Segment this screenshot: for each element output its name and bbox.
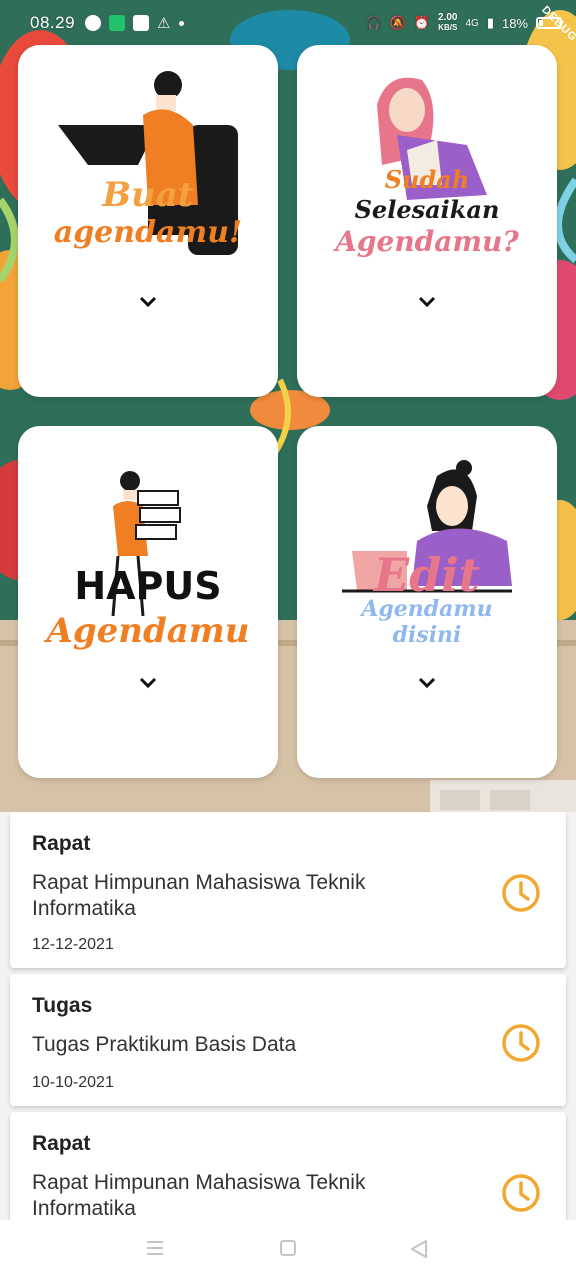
card-complete-label-1: Sudah xyxy=(384,165,470,194)
card-complete-agenda[interactable]: Sudah Selesaikan Agendamu? xyxy=(297,45,557,397)
signal-bars-icon: ▮ xyxy=(486,15,494,30)
chevron-down-icon[interactable] xyxy=(138,295,158,309)
system-navigation-bar xyxy=(0,1220,576,1280)
list-item[interactable]: Tugas Tugas Praktikum Basis Data 10-10-2… xyxy=(10,974,566,1106)
clock-icon[interactable] xyxy=(500,1172,542,1214)
agenda-date: 10-10-2021 xyxy=(32,1074,114,1091)
agenda-date: 12-12-2021 xyxy=(32,936,114,953)
card-delete-label-1: HAPUS xyxy=(74,564,222,608)
agenda-title: Tugas xyxy=(32,994,93,1017)
card-edit-label-3: disini xyxy=(392,622,462,648)
status-time: 08.29 xyxy=(30,13,76,32)
chevron-down-icon[interactable] xyxy=(138,676,158,690)
more-notifications-dot-icon xyxy=(178,20,184,26)
home-icon[interactable] xyxy=(280,1240,296,1256)
agenda-description: Rapat Himpunan Mahasiswa Teknik Informat… xyxy=(32,1171,366,1220)
headphones-icon: 🎧 xyxy=(365,15,382,30)
card-complete-label-2: Selesaikan xyxy=(354,195,500,224)
signal-label: 4G xyxy=(465,17,479,29)
card-edit-agenda[interactable]: Edit Agendamu disini xyxy=(297,426,557,778)
menu-icon[interactable] xyxy=(146,1240,164,1256)
network-speed-unit: KB/S xyxy=(438,23,458,32)
chevron-down-icon[interactable] xyxy=(417,295,437,309)
facebook-icon xyxy=(133,15,150,31)
card-create-label-2: agendamu! xyxy=(53,215,243,250)
status-notification-icons: ⚠ xyxy=(85,14,184,32)
chevron-down-icon[interactable] xyxy=(417,676,437,690)
status-system-icons: 🎧 🔕 ⏰ 2.00 KB/S 4G ▮ 18% xyxy=(365,13,562,33)
mute-icon: 🔕 xyxy=(389,15,406,30)
network-speed: 2.00 KB/S xyxy=(438,13,457,33)
card-edit-label-1: Edit xyxy=(374,548,480,602)
agenda-title: Rapat xyxy=(32,832,91,855)
agenda-description: Rapat Himpunan Mahasiswa Teknik Informat… xyxy=(32,871,366,920)
app-notification-icon xyxy=(109,15,126,31)
clock-icon[interactable] xyxy=(500,872,542,914)
card-create-label-1: Buat xyxy=(102,175,194,215)
agenda-description: Tugas Praktikum Basis Data xyxy=(32,1033,297,1056)
card-create-agenda[interactable]: Buat agendamu! xyxy=(18,45,278,397)
agenda-title: Rapat xyxy=(32,1132,91,1155)
network-speed-value: 2.00 xyxy=(438,12,458,23)
card-complete-label-3: Agendamu? xyxy=(335,225,519,258)
back-icon[interactable] xyxy=(410,1240,428,1258)
status-bar: 08.29 ⚠ 🎧 🔕 ⏰ 2.00 KB/S 4G ▮ 18% xyxy=(0,0,576,46)
alarm-icon: ⏰ xyxy=(413,15,430,30)
card-delete-label-2: Agendamu xyxy=(46,611,250,651)
list-item[interactable]: Rapat Rapat Himpunan Mahasiswa Teknik In… xyxy=(10,812,566,968)
warning-icon: ⚠ xyxy=(157,15,171,32)
card-delete-agenda[interactable]: HAPUS Agendamu xyxy=(18,426,278,778)
card-edit-label-2: Agendamu xyxy=(361,596,493,622)
battery-percent: 18% xyxy=(501,15,528,31)
agenda-list[interactable]: Rapat Rapat Himpunan Mahasiswa Teknik In… xyxy=(0,812,576,1220)
list-item[interactable]: Rapat Rapat Himpunan Mahasiswa Teknik In… xyxy=(10,1112,566,1220)
clock-icon[interactable] xyxy=(500,1022,542,1064)
spotify-icon xyxy=(85,15,102,31)
